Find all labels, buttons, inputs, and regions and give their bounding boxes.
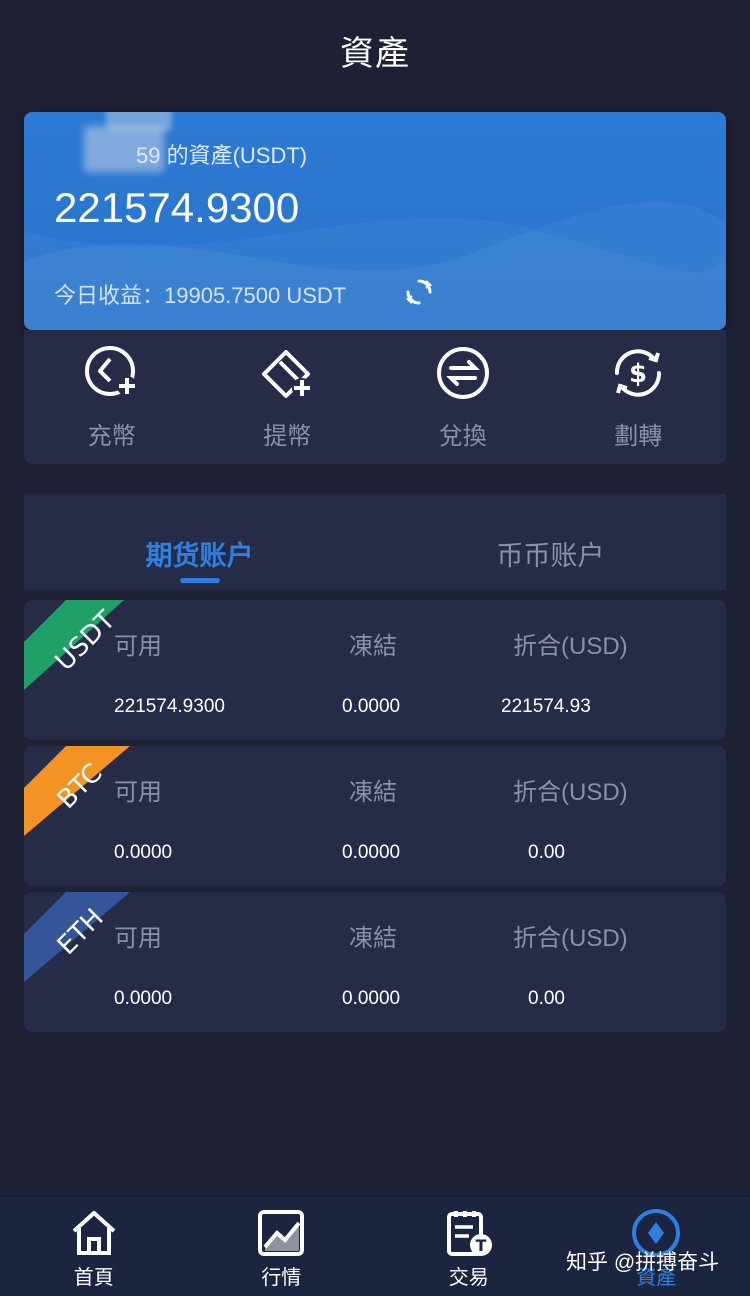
coin-card-eth[interactable]: ETH 可用 凍結 折合(USD) 0.0000 0.0000 0.00 <box>24 892 726 1032</box>
deposit-label: 充幣 <box>87 423 136 450</box>
transfer-button[interactable]: $ 劃轉 <box>551 330 727 464</box>
withdraw-label: 提幣 <box>263 423 312 450</box>
available-header: 可用 <box>114 925 162 952</box>
withdraw-button[interactable]: 提幣 <box>200 330 376 464</box>
exchange-label: 兌換 <box>438 423 487 450</box>
svg-text:$: $ <box>629 359 647 389</box>
nav-market[interactable]: 行情 <box>188 1197 376 1296</box>
available-value: 0.0000 <box>114 988 173 1009</box>
frozen-value: 0.0000 <box>342 842 401 863</box>
frozen-value: 0.0000 <box>342 988 401 1009</box>
withdraw-icon <box>262 350 313 398</box>
svg-text:T: T <box>475 1236 486 1255</box>
available-value: 0.0000 <box>114 842 173 863</box>
page-header: 資產 <box>0 0 750 100</box>
home-icon <box>72 1211 116 1255</box>
total-asset-value: 221574.9300 <box>54 184 300 231</box>
nav-market-label: 行情 <box>261 1267 302 1289</box>
nav-home-label: 首頁 <box>73 1267 114 1289</box>
deposit-button[interactable]: 充幣 <box>24 330 200 464</box>
tab-futures-account[interactable]: 期货账户 <box>24 494 375 590</box>
converted-value: 0.00 <box>528 842 565 863</box>
converted-value: 0.00 <box>528 988 565 1009</box>
frozen-header: 凍結 <box>349 779 397 806</box>
converted-header: 折合(USD) <box>513 779 628 806</box>
converted-header: 折合(USD) <box>513 925 628 952</box>
frozen-value: 0.0000 <box>342 696 401 717</box>
frozen-header: 凍結 <box>349 925 397 952</box>
redacted-account-mask-2 <box>106 112 172 132</box>
watermark-text: 知乎 @拼搏奋斗 <box>566 1251 720 1274</box>
exchange-button[interactable]: 兌換 <box>375 330 551 464</box>
quick-actions: 充幣 提幣 兌換 $ 劃轉 <box>24 330 726 464</box>
transfer-label: 劃轉 <box>614 423 663 450</box>
account-tabs: 期货账户 币币账户 <box>24 494 726 590</box>
exchange-icon <box>436 347 489 399</box>
available-header: 可用 <box>114 779 162 806</box>
nav-trade-label: 交易 <box>448 1267 489 1289</box>
account-label: 59 的資產(USDT) <box>136 143 308 168</box>
deposit-icon <box>84 346 137 396</box>
page-title: 資產 <box>340 34 410 73</box>
converted-value: 221574.93 <box>501 696 591 717</box>
tab-spot-account[interactable]: 币币账户 <box>375 494 726 590</box>
tab-futures-label: 期货账户 <box>145 541 254 571</box>
available-value: 221574.9300 <box>114 696 225 717</box>
asset-summary-card: 59 的資產(USDT) 221574.9300 今日收益：19905.7500… <box>24 112 726 330</box>
market-chart-icon <box>258 1210 305 1256</box>
nav-trade[interactable]: T 交易 <box>375 1197 563 1296</box>
active-tab-indicator <box>179 578 220 583</box>
frozen-header: 凍結 <box>349 633 397 660</box>
converted-header: 折合(USD) <box>513 633 628 660</box>
coin-card-usdt[interactable]: USDT 可用 凍結 折合(USD) 221574.9300 0.0000 22… <box>24 600 726 740</box>
trade-icon: T <box>446 1211 492 1256</box>
nav-home[interactable]: 首頁 <box>0 1197 188 1296</box>
tab-spot-label: 币币账户 <box>496 541 605 571</box>
available-header: 可用 <box>114 633 162 660</box>
coin-card-btc[interactable]: BTC 可用 凍結 折合(USD) 0.0000 0.0000 0.00 <box>24 746 726 886</box>
refresh-icon[interactable] <box>404 277 434 307</box>
today-income: 今日收益：19905.7500 USDT <box>54 283 347 308</box>
transfer-icon: $ <box>615 349 662 397</box>
